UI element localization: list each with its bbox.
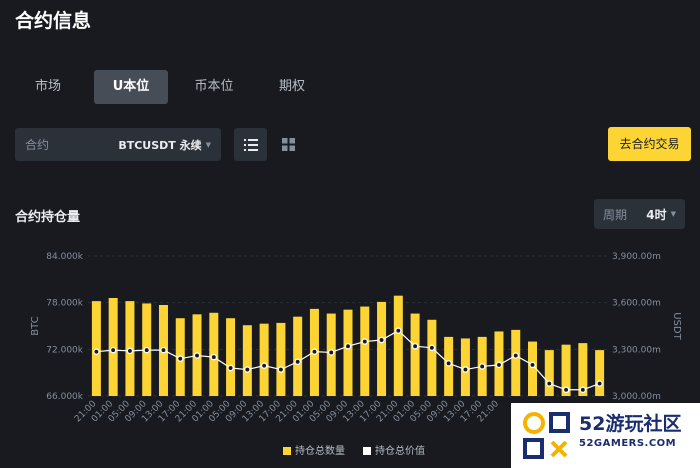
value-point	[529, 361, 536, 369]
section-title: 合约持仓量	[15, 210, 81, 225]
bar	[360, 306, 370, 396]
bar	[276, 322, 286, 396]
value-point	[177, 355, 184, 362]
bar	[377, 301, 387, 396]
tab-coin-margined[interactable]: 币本位	[182, 70, 246, 104]
bar	[511, 329, 521, 396]
value-point	[495, 361, 503, 369]
bar	[226, 318, 236, 396]
value-point	[462, 366, 469, 373]
value-point	[294, 358, 301, 366]
value-point	[445, 360, 452, 367]
bar	[242, 325, 252, 396]
y-right-axis-label: USDT	[671, 312, 682, 340]
value-point	[411, 342, 419, 350]
watermark-logo: 52游玩社区 52GAMERS.COM	[511, 403, 700, 468]
value-point	[562, 386, 570, 394]
value-point	[260, 362, 268, 369]
y-right-tick-label: 3,600.00m	[612, 299, 661, 309]
gamepad-logo-icon	[523, 411, 570, 459]
caret-down-icon: ▼	[205, 140, 211, 149]
legend-swatch-quantity	[283, 447, 291, 455]
bar	[393, 295, 403, 396]
grid-icon	[282, 138, 295, 151]
value-point	[579, 386, 587, 394]
period-label: 周期	[603, 207, 628, 222]
value-point	[311, 348, 318, 355]
value-point	[160, 346, 167, 354]
value-point	[378, 336, 385, 344]
bar	[293, 316, 303, 396]
value-point	[395, 327, 402, 334]
y-left-tick-label: 66.000k	[46, 392, 83, 402]
value-point	[512, 352, 519, 359]
bar	[259, 323, 269, 396]
legend-label-quantity: 持仓总数量	[295, 444, 345, 457]
bar	[544, 350, 554, 396]
y-right-tick-label: 3,900.00m	[612, 252, 661, 262]
value-point	[478, 363, 486, 370]
grid-view-button[interactable]	[272, 128, 305, 161]
page-title: 合约信息	[15, 10, 92, 32]
value-point	[126, 347, 134, 355]
bar	[343, 309, 353, 396]
legend-swatch-value	[363, 447, 371, 455]
value-point	[143, 346, 150, 354]
value-point	[428, 344, 436, 352]
list-icon	[243, 138, 258, 151]
value-point	[546, 380, 553, 387]
value-point	[596, 380, 603, 387]
y-left-axis-label: BTC	[30, 316, 41, 335]
period-value: 4时	[646, 207, 667, 222]
value-point	[244, 366, 251, 373]
market-tabs: 市场 U本位 币本位 期权	[16, 70, 324, 104]
value-point	[227, 364, 234, 372]
period-select[interactable]: 周期 4时 ▼	[594, 199, 685, 229]
bar	[595, 350, 605, 396]
value-point	[327, 349, 335, 356]
value-point	[361, 338, 369, 345]
go-to-futures-button[interactable]: 去合约交易	[608, 127, 691, 161]
y-left-tick-label: 78.000k	[46, 299, 83, 309]
value-point	[109, 346, 117, 354]
value-point	[277, 366, 285, 373]
y-right-tick-label: 3,000.00m	[612, 392, 661, 402]
value-point	[210, 353, 218, 361]
y-right-tick-label: 3,300.00m	[612, 345, 661, 355]
watermark-subtitle: 52GAMERS.COM	[579, 438, 677, 449]
legend-label-value: 持仓总价值	[375, 444, 425, 457]
value-point	[93, 348, 100, 355]
caret-down-icon: ▼	[670, 210, 676, 218]
y-left-tick-label: 72.000k	[46, 345, 83, 355]
contract-value: BTCUSDT 永续	[118, 138, 202, 152]
tab-usdt-margined[interactable]: U本位	[94, 70, 168, 104]
y-left-tick-label: 84.000k	[46, 252, 83, 262]
list-view-button[interactable]	[234, 128, 267, 161]
contract-select[interactable]: 合约 BTCUSDT 永续 ▼	[15, 128, 221, 161]
tab-options[interactable]: 期权	[260, 70, 324, 104]
contract-label: 合约	[25, 138, 50, 152]
watermark-title: 52游玩社区	[579, 413, 682, 435]
value-point	[193, 352, 201, 359]
tab-market[interactable]: 市场	[16, 70, 80, 104]
bar	[427, 319, 437, 396]
bar	[410, 313, 420, 396]
value-point	[344, 342, 352, 350]
